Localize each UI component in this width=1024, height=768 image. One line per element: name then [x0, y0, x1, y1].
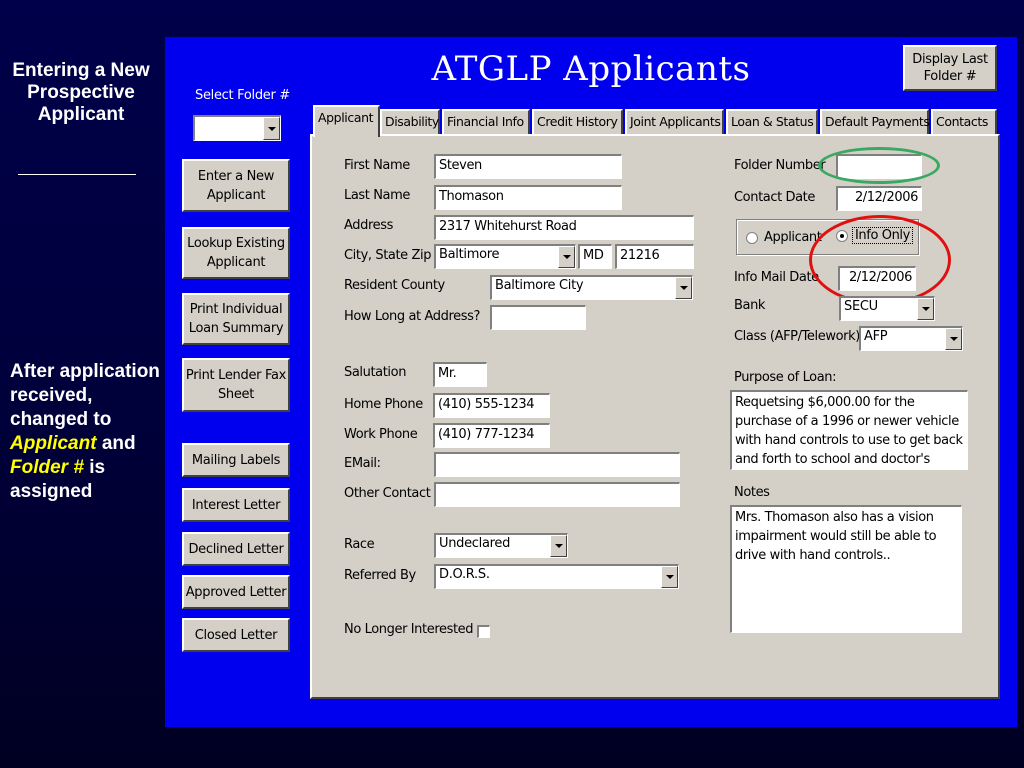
email-label: EMail:: [344, 456, 381, 471]
tab-credit-history[interactable]: Credit History: [532, 109, 623, 135]
folder-number-field[interactable]: [836, 154, 922, 179]
city-state-zip-label: City, State Zip: [344, 248, 432, 263]
closed-letter-button[interactable]: Closed Letter: [182, 618, 290, 652]
bank-value: SECU: [844, 299, 878, 314]
radio-info-only[interactable]: [836, 230, 848, 242]
slide-title: Entering a New Prospective Applicant: [12, 60, 150, 125]
resident-county-value: Baltimore City: [495, 278, 584, 293]
tab-applicant[interactable]: Applicant: [313, 105, 380, 137]
bank-combo[interactable]: SECU: [839, 296, 935, 321]
zip-field[interactable]: 21216: [615, 244, 694, 269]
work-phone-label: Work Phone: [344, 427, 418, 442]
contact-date-label: Contact Date: [734, 190, 815, 205]
referred-by-combo[interactable]: D.O.R.S.: [434, 564, 679, 589]
chevron-down-icon[interactable]: [675, 277, 692, 299]
home-phone-field[interactable]: (410) 555-1234: [433, 393, 550, 418]
note-prefix: After application received, changed to: [10, 361, 160, 430]
applicants-form-window: ATGLP Applicants Display Last Folder # S…: [165, 37, 1017, 727]
state-field[interactable]: MD: [578, 244, 612, 269]
referred-by-value: D.O.R.S.: [439, 567, 490, 582]
first-name-label: First Name: [344, 158, 410, 173]
slide-note: After application received, changed to A…: [10, 360, 166, 504]
info-mail-date-label: Info Mail Date: [734, 270, 819, 285]
note-applicant: Applicant: [10, 433, 97, 454]
tab-joint-applicants[interactable]: Joint Applicants: [625, 109, 724, 135]
lookup-existing-applicant-button[interactable]: Lookup Existing Applicant: [182, 227, 290, 279]
first-name-field[interactable]: Steven: [434, 154, 622, 179]
radio-applicant[interactable]: [746, 232, 758, 244]
approved-letter-button[interactable]: Approved Letter: [182, 575, 290, 609]
display-last-folder-button[interactable]: Display Last Folder #: [903, 45, 997, 91]
address-field[interactable]: 2317 Whitehurst Road: [434, 215, 694, 240]
salutation-label: Salutation: [344, 365, 407, 380]
last-name-label: Last Name: [344, 188, 410, 203]
notes-label: Notes: [734, 485, 770, 500]
how-long-field[interactable]: [490, 305, 586, 330]
purpose-memo[interactable]: Requetsing $6,000.00 for the purchase of…: [730, 390, 968, 470]
mailing-labels-button[interactable]: Mailing Labels: [182, 443, 290, 477]
chevron-down-icon[interactable]: [917, 298, 934, 320]
last-name-field[interactable]: Thomason: [434, 185, 622, 210]
chevron-down-icon[interactable]: [945, 328, 962, 350]
email-field[interactable]: [434, 452, 680, 477]
bank-label: Bank: [734, 298, 766, 313]
class-combo[interactable]: AFP: [859, 326, 963, 351]
no-longer-interested-checkbox[interactable]: [477, 625, 490, 638]
select-folder-label: Select Folder #: [195, 88, 290, 103]
home-phone-label: Home Phone: [344, 397, 423, 412]
info-mail-date-field[interactable]: 2/12/2006: [838, 266, 916, 291]
note-folder: Folder #: [10, 457, 84, 478]
city-value: Baltimore: [439, 247, 500, 262]
work-phone-field[interactable]: (410) 777-1234: [433, 423, 550, 448]
address-label: Address: [344, 218, 393, 233]
chevron-down-icon[interactable]: [550, 535, 567, 557]
tab-default-payments[interactable]: Default Payments: [820, 109, 930, 135]
purpose-label: Purpose of Loan:: [734, 370, 837, 385]
tab-disability[interactable]: Disability: [380, 109, 440, 135]
select-folder-combo[interactable]: [193, 115, 281, 141]
no-longer-interested-label: No Longer Interested: [344, 622, 474, 637]
applicant-tab-panel: First Name Steven Last Name Thomason Add…: [310, 134, 1000, 699]
class-label: Class (AFP/Telework): [734, 329, 860, 344]
notes-memo[interactable]: Mrs. Thomason also has a vision impairme…: [730, 505, 962, 633]
interest-letter-button[interactable]: Interest Letter: [182, 488, 290, 522]
tab-loan-status[interactable]: Loan & Status: [726, 109, 818, 135]
radio-applicant-label: Applicant: [764, 230, 822, 245]
race-combo[interactable]: Undeclared: [434, 533, 568, 558]
chevron-down-icon[interactable]: [661, 566, 678, 588]
salutation-field[interactable]: Mr.: [433, 362, 487, 387]
print-loan-summary-button[interactable]: Print Individual Loan Summary: [182, 293, 290, 345]
chevron-down-icon[interactable]: [263, 117, 280, 140]
form-title: ATGLP Applicants: [431, 49, 751, 89]
note-and: and: [101, 433, 136, 454]
tab-financial-info[interactable]: Financial Info: [442, 109, 530, 135]
city-combo[interactable]: Baltimore: [434, 244, 576, 269]
print-lender-fax-button[interactable]: Print Lender Fax Sheet: [182, 358, 290, 412]
folder-number-label: Folder Number: [734, 158, 826, 173]
class-value: AFP: [864, 329, 888, 344]
contact-date-field[interactable]: 2/12/2006: [836, 186, 922, 211]
chevron-down-icon[interactable]: [558, 246, 575, 268]
resident-county-label: Resident County: [344, 278, 445, 293]
referred-by-label: Referred By: [344, 568, 416, 583]
race-label: Race: [344, 537, 375, 552]
how-long-label: How Long at Address?: [344, 309, 480, 324]
resident-county-combo[interactable]: Baltimore City: [490, 275, 693, 300]
radio-info-only-label: Info Only: [852, 227, 913, 244]
tab-contacts[interactable]: Contacts: [931, 109, 997, 135]
enter-new-applicant-button[interactable]: Enter a New Applicant: [182, 159, 290, 212]
declined-letter-button[interactable]: Declined Letter: [182, 532, 290, 566]
other-contact-field[interactable]: [434, 482, 680, 507]
title-divider: [18, 174, 136, 175]
race-value: Undeclared: [439, 536, 511, 551]
other-contact-label: Other Contact: [344, 486, 431, 501]
